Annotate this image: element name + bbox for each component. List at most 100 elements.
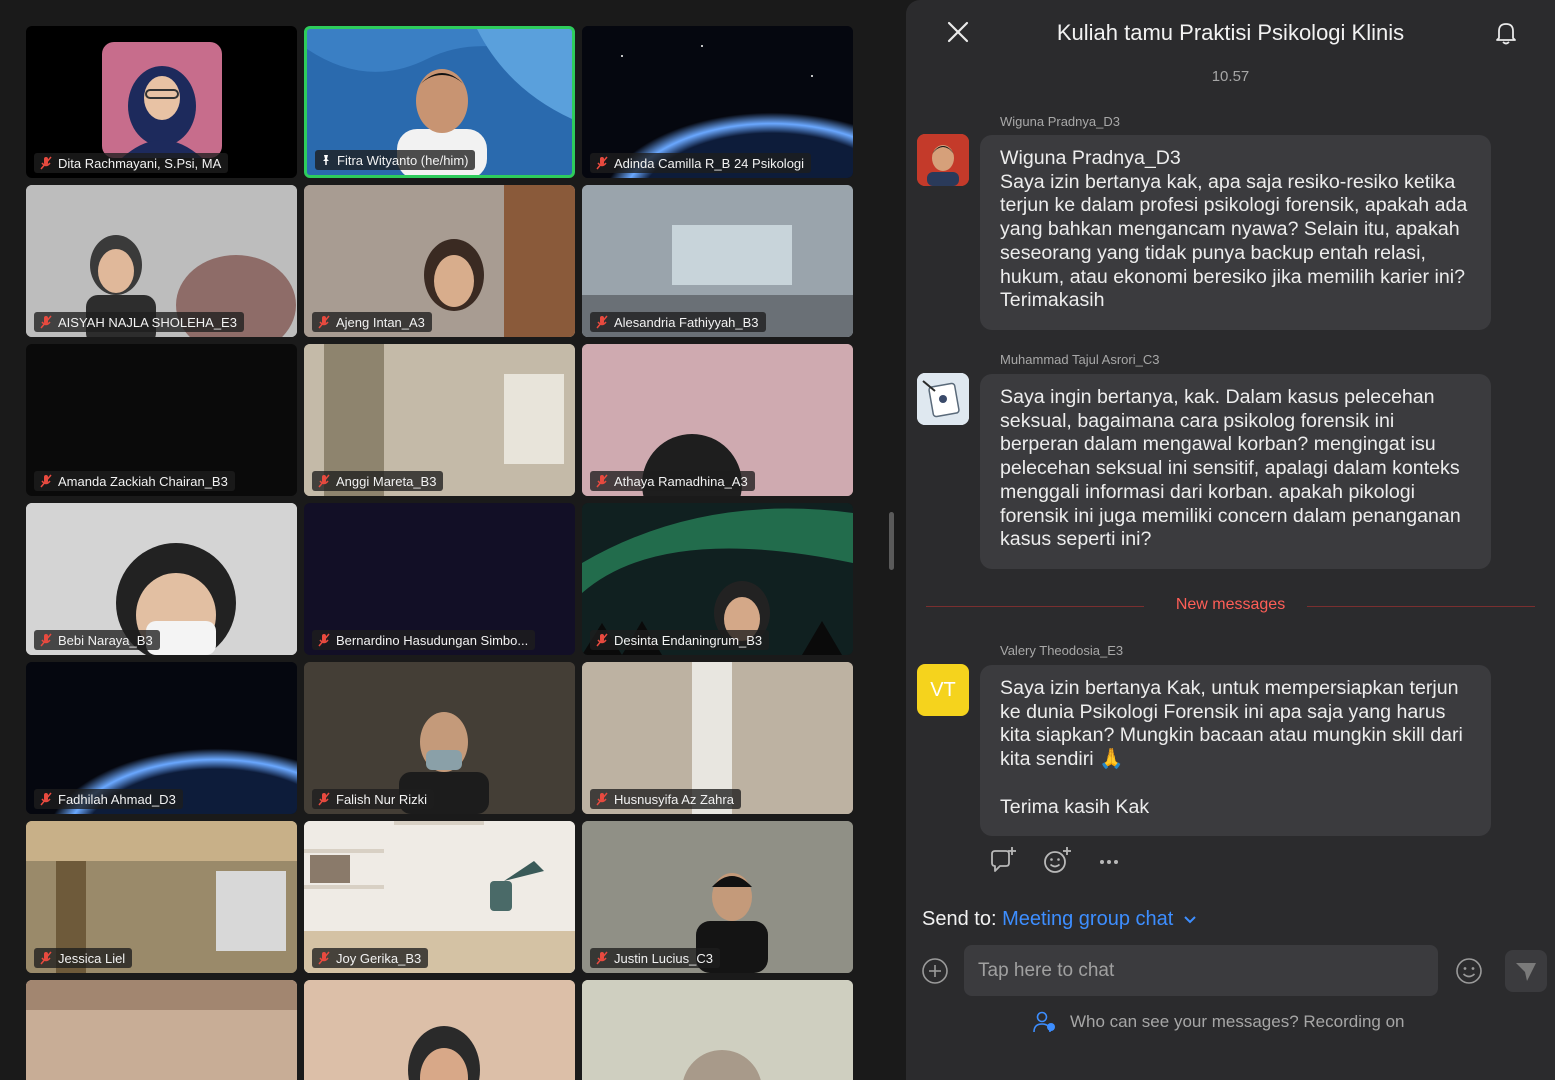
mic-muted-icon bbox=[40, 951, 52, 965]
video-tile[interactable]: Ajeng Intan_A3 bbox=[304, 185, 575, 337]
message-bubble[interactable]: Wiguna Pradnya_D3 Saya izin bertanya kak… bbox=[980, 135, 1491, 330]
privacy-notice[interactable]: Who can see your messages? Recording on bbox=[1032, 1010, 1405, 1034]
people-icon bbox=[1033, 1011, 1055, 1033]
message-sender: Muhammad Tajul Asrori_C3 bbox=[1000, 352, 1160, 367]
avatar[interactable] bbox=[917, 134, 969, 186]
add-reaction-icon[interactable] bbox=[1042, 846, 1072, 876]
video-tile[interactable] bbox=[582, 980, 853, 1080]
participant-name: AISYAH NAJLA SHOLEHA_E3 bbox=[58, 314, 237, 330]
video-tile[interactable]: AISYAH NAJLA SHOLEHA_E3 bbox=[26, 185, 297, 337]
participant-nametag: Jessica Liel bbox=[34, 948, 133, 968]
participant-nametag: Fitra Wityanto (he/him) bbox=[315, 150, 476, 170]
participant-nametag: AISYAH NAJLA SHOLEHA_E3 bbox=[34, 312, 244, 332]
participant-name: Desinta Endaningrum_B3 bbox=[614, 632, 763, 648]
chat-input[interactable] bbox=[964, 945, 1438, 996]
message-sender: Valery Theodosia_E3 bbox=[1000, 643, 1124, 658]
bell-icon[interactable] bbox=[1493, 20, 1519, 46]
video-tile[interactable] bbox=[26, 980, 297, 1080]
participant-nametag: Alesandria Fathiyyah_B3 bbox=[590, 312, 766, 332]
participant-name: Bernardino Hasudungan Simbo... bbox=[336, 632, 529, 648]
mic-muted-icon bbox=[596, 951, 608, 965]
participant-nametag: Fadhilah Ahmad_D3 bbox=[34, 789, 183, 809]
video-tile[interactable]: Alesandria Fathiyyah_B3 bbox=[582, 185, 853, 337]
participant-name: Fitra Wityanto (he/him) bbox=[337, 152, 469, 168]
participant-name: Justin Lucius_C3 bbox=[614, 950, 713, 966]
mic-muted-icon bbox=[318, 633, 330, 647]
participant-video bbox=[26, 980, 297, 1080]
video-tile[interactable]: Adinda Camilla R_B 24 Psikologi bbox=[582, 26, 853, 178]
new-messages-divider: New messages bbox=[926, 596, 1535, 616]
mic-muted-icon bbox=[596, 633, 608, 647]
video-tile[interactable]: Dita Rachmayani, S.Psi, MA bbox=[26, 26, 297, 178]
chat-timestamp: 10.57 bbox=[1211, 68, 1250, 85]
send-to-row: Send to: Meeting group chat bbox=[922, 908, 1197, 931]
participant-nametag: Ajeng Intan_A3 bbox=[312, 312, 432, 332]
participant-nametag: Bernardino Hasudungan Simbo... bbox=[312, 630, 536, 650]
participant-name: Alesandria Fathiyyah_B3 bbox=[614, 314, 759, 330]
participant-video bbox=[582, 980, 853, 1080]
participant-nametag: Dita Rachmayani, S.Psi, MA bbox=[34, 153, 229, 173]
video-tile[interactable]: Bebi Naraya_B3 bbox=[26, 503, 297, 655]
participant-nametag: Bebi Naraya_B3 bbox=[34, 630, 160, 650]
mic-muted-icon bbox=[596, 792, 608, 806]
send-to-label: Send to: bbox=[922, 908, 997, 930]
participant-name: Adinda Camilla R_B 24 Psikologi bbox=[614, 155, 805, 171]
mic-muted-icon bbox=[596, 156, 608, 170]
mic-muted-icon bbox=[40, 474, 52, 488]
message-author-line: Wiguna Pradnya_D3 bbox=[1000, 147, 1181, 169]
video-tile[interactable]: Amanda Zackiah Chairan_B3 bbox=[26, 344, 297, 496]
message-bubble[interactable]: Saya ingin bertanya, kak. Dalam kasus pe… bbox=[980, 374, 1491, 569]
more-options-icon[interactable] bbox=[1094, 846, 1124, 876]
chevron-down-icon bbox=[1184, 916, 1196, 924]
video-tile[interactable]: Joy Gerika_B3 bbox=[304, 821, 575, 973]
participant-nametag: Justin Lucius_C3 bbox=[590, 948, 720, 968]
mic-muted-icon bbox=[596, 315, 608, 329]
message-bubble[interactable]: Saya izin bertanya Kak, untuk mempersiap… bbox=[980, 665, 1491, 836]
message-text-closing: Terima kasih Kak bbox=[1000, 795, 1150, 818]
reply-thread-icon[interactable] bbox=[988, 846, 1018, 876]
send-icon bbox=[1516, 963, 1536, 981]
avatar-illustration bbox=[917, 373, 969, 425]
mic-muted-icon bbox=[318, 951, 330, 965]
mic-muted-icon bbox=[40, 792, 52, 806]
chat-panel: Kuliah tamu Praktisi Psikologi Klinis 10… bbox=[906, 0, 1555, 1080]
video-tile[interactable]: Bernardino Hasudungan Simbo... bbox=[304, 503, 575, 655]
participant-name: Athaya Ramadhina_A3 bbox=[614, 473, 748, 489]
participant-nametag: Adinda Camilla R_B 24 Psikologi bbox=[590, 153, 812, 173]
video-tile[interactable]: Fadhilah Ahmad_D3 bbox=[26, 662, 297, 814]
participant-nametag: Anggi Mareta_B3 bbox=[312, 471, 444, 491]
send-to-dropdown[interactable]: Meeting group chat bbox=[1002, 908, 1197, 930]
participant-name: Joy Gerika_B3 bbox=[336, 950, 422, 966]
participant-nametag: Amanda Zackiah Chairan_B3 bbox=[34, 471, 235, 491]
close-icon[interactable] bbox=[946, 20, 970, 44]
participant-name: Fadhilah Ahmad_D3 bbox=[58, 791, 176, 807]
avatar[interactable] bbox=[917, 373, 969, 425]
plus-circle-icon[interactable] bbox=[920, 956, 950, 986]
video-tile[interactable]: Athaya Ramadhina_A3 bbox=[582, 344, 853, 496]
avatar-photo bbox=[917, 134, 969, 186]
video-tile[interactable] bbox=[304, 980, 575, 1080]
split-view-handle[interactable] bbox=[889, 512, 894, 570]
video-tile[interactable]: Husnusyifa Az Zahra bbox=[582, 662, 853, 814]
participant-name: Falish Nur Rizki bbox=[336, 791, 428, 807]
mic-muted-icon bbox=[596, 474, 608, 488]
emoji-icon[interactable] bbox=[1454, 956, 1484, 986]
mic-muted-icon bbox=[40, 156, 52, 170]
participant-name: Anggi Mareta_B3 bbox=[336, 473, 437, 489]
video-tile[interactable]: Anggi Mareta_B3 bbox=[304, 344, 575, 496]
video-tile[interactable]: Desinta Endaningrum_B3 bbox=[582, 503, 853, 655]
send-to-target-label: Meeting group chat bbox=[1002, 908, 1174, 930]
participant-name: Ajeng Intan_A3 bbox=[336, 314, 425, 330]
message-text: Saya ingin bertanya, kak. Dalam kasus pe… bbox=[1000, 386, 1461, 551]
message-text: Saya izin bertanya kak, apa saja resiko-… bbox=[1000, 170, 1468, 312]
video-tile-active-speaker[interactable]: Fitra Wityanto (he/him) bbox=[304, 26, 575, 178]
mic-muted-icon bbox=[318, 474, 330, 488]
send-button[interactable] bbox=[1505, 950, 1547, 992]
video-gallery: Dita Rachmayani, S.Psi, MA Fitra Wityant… bbox=[0, 0, 890, 1080]
participant-name: Husnusyifa Az Zahra bbox=[614, 791, 734, 807]
avatar-initials[interactable]: VT bbox=[917, 664, 969, 716]
video-tile[interactable]: Justin Lucius_C3 bbox=[582, 821, 853, 973]
video-tile[interactable]: Falish Nur Rizki bbox=[304, 662, 575, 814]
participant-nametag: Desinta Endaningrum_B3 bbox=[590, 630, 770, 650]
video-tile[interactable]: Jessica Liel bbox=[26, 821, 297, 973]
